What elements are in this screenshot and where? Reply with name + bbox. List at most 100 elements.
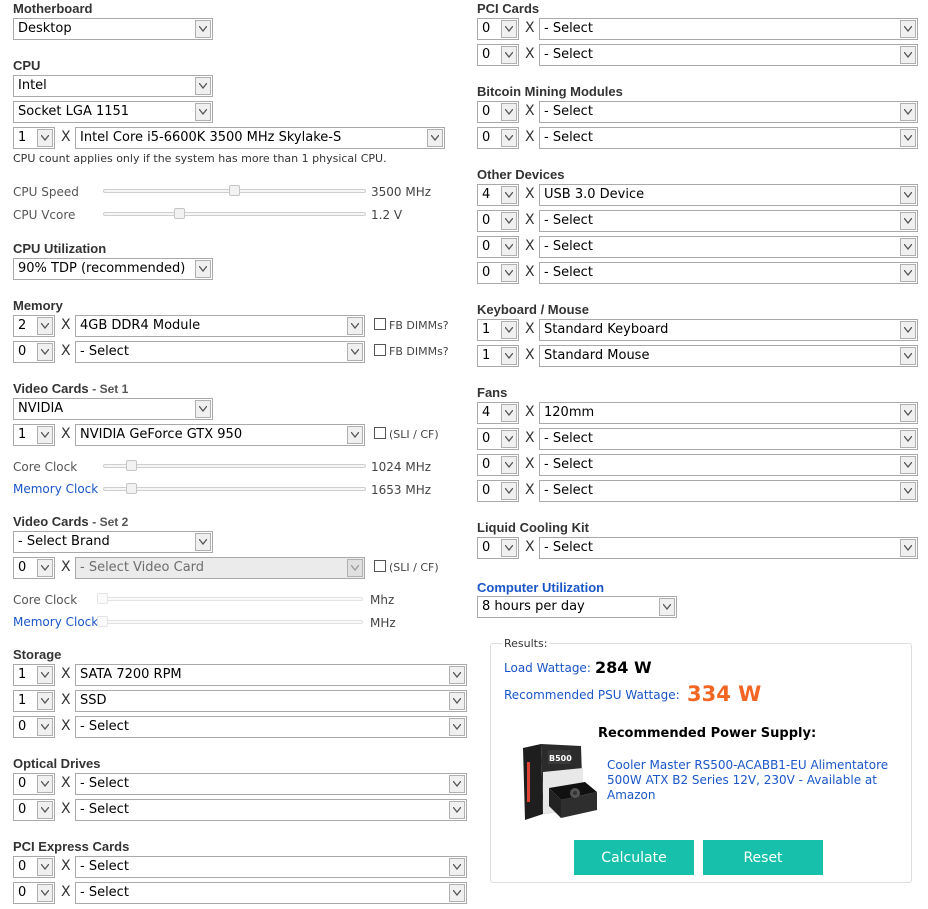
memory-item-select[interactable]: 4GB DDR4 Module	[75, 315, 365, 337]
video2-qty-select[interactable]: 0	[13, 557, 55, 579]
video1-memory-clock-handle[interactable]	[125, 483, 137, 494]
video1-core-clock-slider[interactable]	[103, 464, 366, 468]
storage-item-select[interactable]: - Select	[75, 716, 467, 738]
fb-dimms-checkbox[interactable]	[374, 344, 386, 356]
pci-item-select[interactable]: - Select	[539, 44, 918, 66]
product-link[interactable]: Cooler Master RS500-ACABB1-EU Alimentato…	[607, 758, 889, 803]
keyboard-mouse-item-value: Standard Keyboard	[544, 322, 669, 337]
cpu-socket-select[interactable]: Socket LGA 1151	[13, 101, 213, 123]
fan-qty-select[interactable]: 4	[477, 402, 519, 424]
bitcoin-qty-select[interactable]: 0	[477, 101, 519, 123]
fan-qty-select[interactable]: 0	[477, 480, 519, 502]
chevron-down-icon	[37, 343, 53, 361]
chevron-down-icon	[37, 858, 53, 876]
other-device-item-select[interactable]: USB 3.0 Device	[539, 184, 918, 206]
pcie-qty-select[interactable]: 0	[13, 882, 55, 904]
other-device-qty-value: 0	[482, 265, 491, 280]
chevron-down-icon	[501, 46, 517, 64]
pcie-item-select[interactable]: - Select	[75, 856, 467, 878]
chevron-down-icon	[501, 186, 517, 204]
video2-brand-select[interactable]: - Select Brand	[13, 531, 213, 553]
bitcoin-item-value: - Select	[544, 130, 593, 145]
other-device-item-select[interactable]: - Select	[539, 236, 918, 258]
power-supply-image[interactable]: B500	[519, 742, 601, 826]
cpu-brand-select[interactable]: Intel	[13, 75, 213, 97]
other-device-qty-select[interactable]: 0	[477, 210, 519, 232]
video1-memory-clock-slider[interactable]	[103, 487, 366, 491]
keyboard-mouse-qty-select[interactable]: 1	[477, 345, 519, 367]
other-device-qty-select[interactable]: 4	[477, 184, 519, 206]
video1-memory-clock-link[interactable]: Memory Clock	[13, 482, 98, 496]
memory-qty-select[interactable]: 2	[13, 315, 55, 337]
fan-item-select[interactable]: - Select	[539, 454, 918, 476]
chevron-down-icon	[449, 718, 465, 736]
video1-qty-select[interactable]: 1	[13, 424, 55, 446]
fan-item-select[interactable]: - Select	[539, 480, 918, 502]
video2-memory-clock-link[interactable]: Memory Clock	[13, 615, 98, 629]
keyboard-mouse-item-select[interactable]: Standard Keyboard	[539, 319, 918, 341]
keyboard-mouse-qty-select[interactable]: 1	[477, 319, 519, 341]
chevron-down-icon	[449, 666, 465, 684]
pcie-qty-select[interactable]: 0	[13, 856, 55, 878]
optical-qty-select[interactable]: 0	[13, 799, 55, 821]
pcie-item-select[interactable]: - Select	[75, 882, 467, 904]
storage-item-select[interactable]: SSD	[75, 690, 467, 712]
storage-qty-select[interactable]: 1	[13, 690, 55, 712]
cpu-model-select[interactable]: Intel Core i5-6600K 3500 MHz Skylake-S	[75, 127, 445, 149]
liquid-cooling-qty-select[interactable]: 0	[477, 537, 519, 559]
fan-qty-select[interactable]: 0	[477, 454, 519, 476]
fan-qty-select[interactable]: 0	[477, 428, 519, 450]
video1-brand-select[interactable]: NVIDIA	[13, 398, 213, 420]
memory-item-select[interactable]: - Select	[75, 341, 365, 363]
calculate-button[interactable]: Calculate	[574, 840, 694, 875]
video2-brand-value: - Select Brand	[18, 534, 110, 549]
cpu-vcore-value: 1.2 V	[371, 208, 403, 222]
bitcoin-item-select[interactable]: - Select	[539, 101, 918, 123]
pci-qty-select[interactable]: 0	[477, 18, 519, 40]
cpu-utilization-select[interactable]: 90% TDP (recommended)	[13, 258, 213, 280]
pci-qty-select[interactable]: 0	[477, 44, 519, 66]
liquid-cooling-item-select[interactable]: - Select	[539, 537, 918, 559]
video1-card-select[interactable]: NVIDIA GeForce GTX 950	[75, 424, 365, 446]
computer-utilization-select[interactable]: 8 hours per day	[477, 596, 677, 618]
memory-qty-select[interactable]: 0	[13, 341, 55, 363]
other-device-qty-select[interactable]: 0	[477, 262, 519, 284]
liquid-cooling-heading: Liquid Cooling Kit	[477, 520, 589, 535]
optical-item-select[interactable]: - Select	[75, 773, 467, 795]
fan-item-select[interactable]: - Select	[539, 428, 918, 450]
chevron-down-icon	[900, 539, 916, 557]
cpu-count-select[interactable]: 1	[13, 127, 55, 149]
chevron-down-icon	[900, 46, 916, 64]
storage-item-select[interactable]: SATA 7200 RPM	[75, 664, 467, 686]
fan-item-value: - Select	[544, 483, 593, 498]
storage-qty-select[interactable]: 1	[13, 664, 55, 686]
pci-item-select[interactable]: - Select	[539, 18, 918, 40]
bitcoin-item-select[interactable]: - Select	[539, 127, 918, 149]
bitcoin-qty-select[interactable]: 0	[477, 127, 519, 149]
cpu-vcore-label: CPU Vcore	[13, 208, 76, 222]
storage-heading: Storage	[13, 647, 62, 662]
optical-qty-select[interactable]: 0	[13, 773, 55, 795]
storage-qty-select[interactable]: 0	[13, 716, 55, 738]
storage-item-value: SSD	[80, 693, 107, 708]
motherboard-select[interactable]: Desktop	[13, 18, 213, 40]
reset-button[interactable]: Reset	[703, 840, 823, 875]
cpu-vcore-slider[interactable]	[103, 212, 366, 216]
chevron-down-icon	[900, 129, 916, 147]
fan-item-select[interactable]: 120mm	[539, 402, 918, 424]
sli-checkbox[interactable]	[374, 427, 386, 439]
memory-qty-value: 0	[18, 344, 27, 359]
other-device-item-select[interactable]: - Select	[539, 210, 918, 232]
fb-dimms-checkbox[interactable]	[374, 318, 386, 330]
video1-core-clock-handle[interactable]	[125, 460, 137, 471]
sli-checkbox[interactable]	[374, 560, 386, 572]
other-device-qty-select[interactable]: 0	[477, 236, 519, 258]
cpu-vcore-slider-handle[interactable]	[173, 208, 185, 219]
chevron-down-icon	[37, 884, 53, 902]
keyboard-mouse-item-select[interactable]: Standard Mouse	[539, 345, 918, 367]
chevron-down-icon	[501, 238, 517, 256]
optical-item-select[interactable]: - Select	[75, 799, 467, 821]
power-supply-box-label: B500	[549, 754, 572, 763]
cpu-speed-slider-handle[interactable]	[229, 185, 240, 196]
other-device-item-select[interactable]: - Select	[539, 262, 918, 284]
